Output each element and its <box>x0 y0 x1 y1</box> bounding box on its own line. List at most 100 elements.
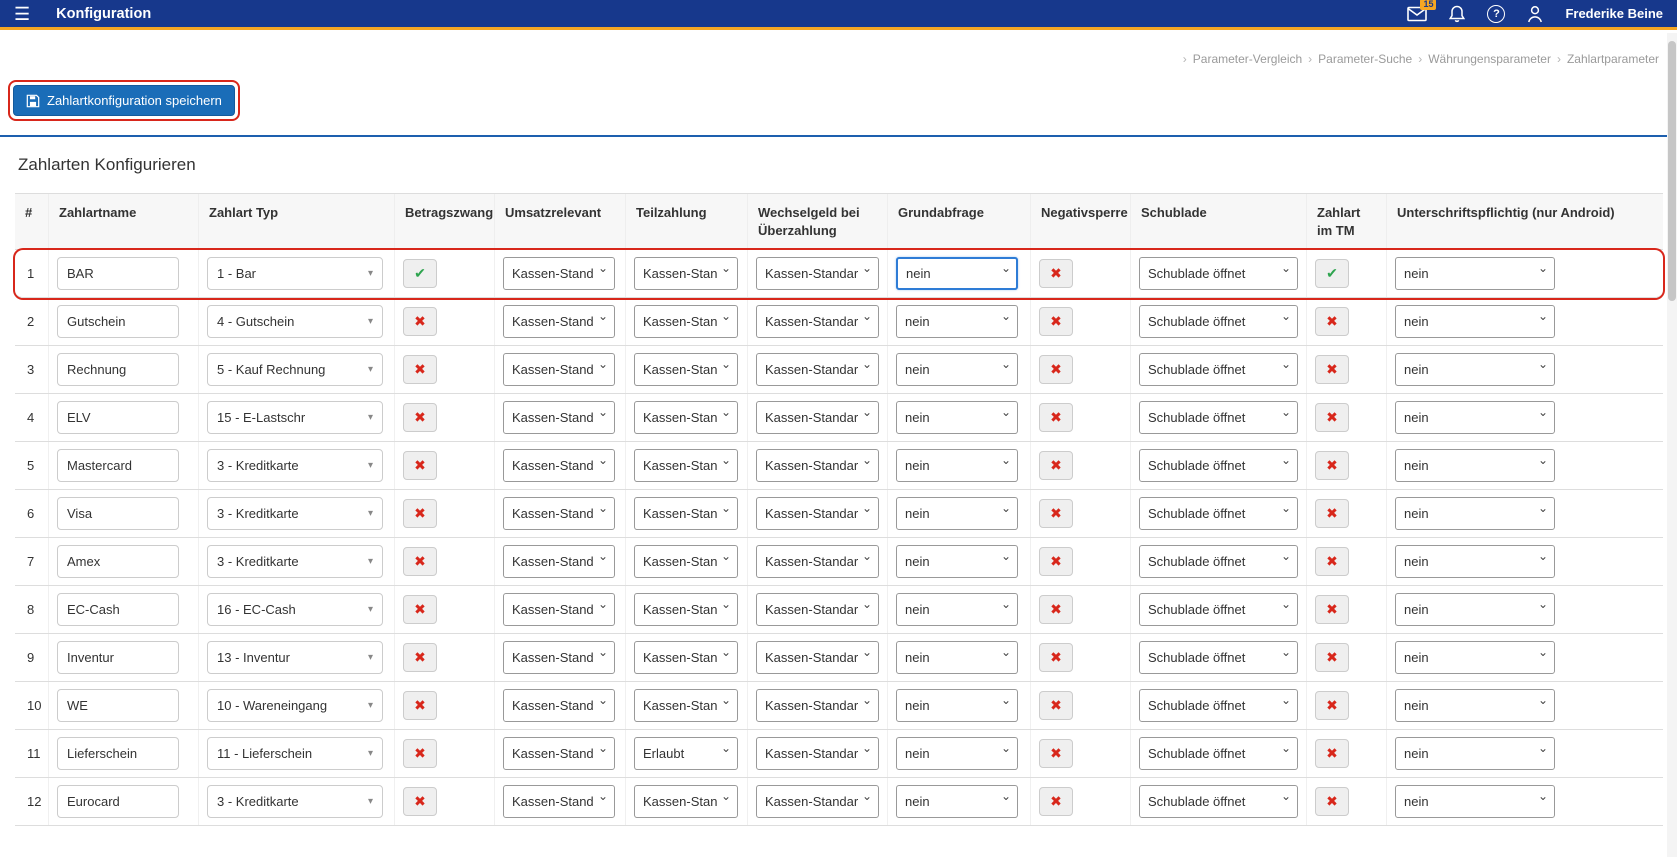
hamburger-menu-icon[interactable]: ☰ <box>14 5 30 23</box>
grundabfrage-select[interactable]: nein <box>896 737 1018 771</box>
zahlart-tm-toggle[interactable]: ✖ <box>1315 307 1349 337</box>
zahlartname-input[interactable] <box>57 497 179 531</box>
user-icon[interactable] <box>1527 5 1543 23</box>
wechselgeld-select[interactable]: Kassen-Standard <box>756 353 879 387</box>
zahlartname-input[interactable] <box>57 353 179 387</box>
zahlartname-input[interactable] <box>57 257 179 291</box>
schublade-select[interactable]: Schublade öffnet <box>1139 257 1298 291</box>
unterschrift-select[interactable]: nein <box>1395 785 1555 819</box>
umsatzrelevant-select[interactable]: Kassen-Standar <box>503 785 615 819</box>
zahlartname-input[interactable] <box>57 401 179 435</box>
grundabfrage-select[interactable]: nein <box>896 449 1018 483</box>
unterschrift-select[interactable]: nein <box>1395 737 1555 771</box>
schublade-select[interactable]: Schublade öffnet <box>1139 305 1298 339</box>
negativsperre-toggle[interactable]: ✖ <box>1039 547 1073 577</box>
umsatzrelevant-select[interactable]: Kassen-Standar <box>503 353 615 387</box>
unterschrift-select[interactable]: nein <box>1395 497 1555 531</box>
zahlart-tm-toggle[interactable]: ✖ <box>1315 403 1349 433</box>
breadcrumb-item[interactable]: Währungensparameter <box>1428 52 1551 66</box>
betragszwang-toggle[interactable]: ✖ <box>403 691 437 721</box>
negativsperre-toggle[interactable]: ✖ <box>1039 355 1073 385</box>
zahlartname-input[interactable] <box>57 689 179 723</box>
umsatzrelevant-select[interactable]: Kassen-Standar <box>503 401 615 435</box>
wechselgeld-select[interactable]: Kassen-Standard <box>756 593 879 627</box>
zahlart-typ-select[interactable]: 13 - Inventur ▾ <box>207 641 383 675</box>
teilzahlung-select[interactable]: Kassen-Stand <box>634 497 738 531</box>
breadcrumb-item[interactable]: Parameter-Suche <box>1318 52 1412 66</box>
umsatzrelevant-select[interactable]: Kassen-Standar <box>503 545 615 579</box>
zahlartname-input[interactable] <box>57 737 179 771</box>
negativsperre-toggle[interactable]: ✖ <box>1039 307 1073 337</box>
schublade-select[interactable]: Schublade öffnet <box>1139 593 1298 627</box>
zahlartname-input[interactable] <box>57 785 179 819</box>
scrollbar-track[interactable] <box>1667 33 1677 857</box>
teilzahlung-select[interactable]: Kassen-Stand <box>634 257 738 291</box>
umsatzrelevant-select[interactable]: Kassen-Standar <box>503 593 615 627</box>
teilzahlung-select[interactable]: Kassen-Stand <box>634 401 738 435</box>
unterschrift-select[interactable]: nein <box>1395 689 1555 723</box>
negativsperre-toggle[interactable]: ✖ <box>1039 595 1073 625</box>
negativsperre-toggle[interactable]: ✖ <box>1039 499 1073 529</box>
wechselgeld-select[interactable]: Kassen-Standard <box>756 401 879 435</box>
betragszwang-toggle[interactable]: ✖ <box>403 595 437 625</box>
betragszwang-toggle[interactable]: ✖ <box>403 499 437 529</box>
negativsperre-toggle[interactable]: ✖ <box>1039 643 1073 673</box>
teilzahlung-select[interactable]: Kassen-Stand <box>634 641 738 675</box>
breadcrumb-item[interactable]: Parameter-Vergleich <box>1193 52 1302 66</box>
grundabfrage-select[interactable]: nein <box>896 545 1018 579</box>
betragszwang-toggle[interactable]: ✖ <box>403 547 437 577</box>
negativsperre-toggle[interactable]: ✖ <box>1039 259 1073 289</box>
breadcrumb-item[interactable]: Zahlartparameter <box>1567 52 1659 66</box>
betragszwang-toggle[interactable]: ✖ <box>403 787 437 817</box>
grundabfrage-select[interactable]: nein <box>896 257 1018 291</box>
negativsperre-toggle[interactable]: ✖ <box>1039 787 1073 817</box>
zahlart-tm-toggle[interactable]: ✔ <box>1315 259 1349 289</box>
wechselgeld-select[interactable]: Kassen-Standard <box>756 497 879 531</box>
wechselgeld-select[interactable]: Kassen-Standard <box>756 641 879 675</box>
zahlart-tm-toggle[interactable]: ✖ <box>1315 451 1349 481</box>
zahlart-tm-toggle[interactable]: ✖ <box>1315 643 1349 673</box>
wechselgeld-select[interactable]: Kassen-Standard <box>756 785 879 819</box>
zahlart-typ-select[interactable]: 5 - Kauf Rechnung ▾ <box>207 353 383 387</box>
teilzahlung-select[interactable]: Kassen-Stand <box>634 545 738 579</box>
unterschrift-select[interactable]: nein <box>1395 641 1555 675</box>
zahlart-tm-toggle[interactable]: ✖ <box>1315 595 1349 625</box>
grundabfrage-select[interactable]: nein <box>896 401 1018 435</box>
grundabfrage-select[interactable]: nein <box>896 497 1018 531</box>
umsatzrelevant-select[interactable]: Kassen-Standar <box>503 737 615 771</box>
zahlart-typ-select[interactable]: 3 - Kreditkarte ▾ <box>207 545 383 579</box>
umsatzrelevant-select[interactable]: Kassen-Standar <box>503 641 615 675</box>
zahlart-typ-select[interactable]: 4 - Gutschein ▾ <box>207 305 383 339</box>
umsatzrelevant-select[interactable]: Kassen-Standar <box>503 497 615 531</box>
schublade-select[interactable]: Schublade öffnet <box>1139 401 1298 435</box>
grundabfrage-select[interactable]: nein <box>896 641 1018 675</box>
zahlart-typ-select[interactable]: 1 - Bar ▾ <box>207 257 383 291</box>
schublade-select[interactable]: Schublade öffnet <box>1139 641 1298 675</box>
betragszwang-toggle[interactable]: ✖ <box>403 643 437 673</box>
unterschrift-select[interactable]: nein <box>1395 257 1555 291</box>
teilzahlung-select[interactable]: Kassen-Stand <box>634 449 738 483</box>
unterschrift-select[interactable]: nein <box>1395 449 1555 483</box>
zahlart-typ-select[interactable]: 11 - Lieferschein ▾ <box>207 737 383 771</box>
zahlart-tm-toggle[interactable]: ✖ <box>1315 739 1349 769</box>
umsatzrelevant-select[interactable]: Kassen-Standar <box>503 257 615 291</box>
schublade-select[interactable]: Schublade öffnet <box>1139 353 1298 387</box>
schublade-select[interactable]: Schublade öffnet <box>1139 497 1298 531</box>
negativsperre-toggle[interactable]: ✖ <box>1039 691 1073 721</box>
teilzahlung-select[interactable]: Erlaubt <box>634 737 738 771</box>
grundabfrage-select[interactable]: nein <box>896 785 1018 819</box>
grundabfrage-select[interactable]: nein <box>896 689 1018 723</box>
umsatzrelevant-select[interactable]: Kassen-Standar <box>503 305 615 339</box>
grundabfrage-select[interactable]: nein <box>896 353 1018 387</box>
zahlart-typ-select[interactable]: 16 - EC-Cash ▾ <box>207 593 383 627</box>
unterschrift-select[interactable]: nein <box>1395 305 1555 339</box>
zahlartname-input[interactable] <box>57 641 179 675</box>
zahlart-typ-select[interactable]: 15 - E-Lastschr ▾ <box>207 401 383 435</box>
wechselgeld-select[interactable]: Kassen-Standard <box>756 305 879 339</box>
zahlart-tm-toggle[interactable]: ✖ <box>1315 691 1349 721</box>
umsatzrelevant-select[interactable]: Kassen-Standar <box>503 689 615 723</box>
unterschrift-select[interactable]: nein <box>1395 401 1555 435</box>
wechselgeld-select[interactable]: Kassen-Standard <box>756 545 879 579</box>
schublade-select[interactable]: Schublade öffnet <box>1139 449 1298 483</box>
schublade-select[interactable]: Schublade öffnet <box>1139 689 1298 723</box>
